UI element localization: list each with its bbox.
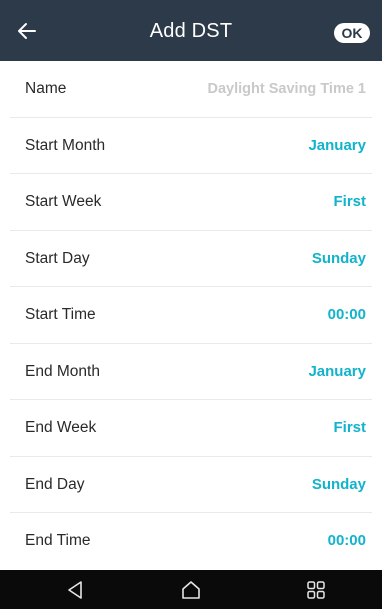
triangle-back-icon — [68, 581, 82, 599]
row-label: Start Week — [25, 193, 102, 210]
end-month-value[interactable]: January — [308, 344, 366, 400]
start-time-value[interactable]: 00:00 — [328, 287, 366, 343]
recent-apps-icon — [307, 581, 325, 599]
nav-home-button[interactable] — [178, 577, 204, 603]
end-time-value[interactable]: 00:00 — [328, 513, 366, 569]
row-label: End Time — [25, 532, 91, 549]
end-week-row[interactable]: End Week First — [10, 400, 372, 457]
name-input[interactable]: Daylight Saving Time 1 — [208, 61, 366, 117]
name-row[interactable]: Name Daylight Saving Time 1 — [10, 61, 372, 118]
home-icon — [182, 581, 200, 599]
row-label: Start Month — [25, 136, 106, 154]
row-label: Start Time — [25, 306, 96, 323]
row-label: End Day — [25, 475, 85, 493]
app-header: Add DST OK — [0, 0, 382, 61]
row-label: Start Day — [25, 249, 90, 267]
end-day-value[interactable]: Sunday — [312, 457, 366, 513]
start-week-row[interactable]: Start Week First — [10, 174, 372, 231]
start-day-row[interactable]: Start Day Sunday — [10, 231, 372, 287]
nav-back-button[interactable] — [62, 577, 88, 603]
start-week-value[interactable]: First — [333, 174, 366, 230]
row-label: End Month — [25, 362, 100, 380]
end-day-row[interactable]: End Day Sunday — [10, 457, 372, 513]
page-title: Add DST — [149, 20, 233, 42]
start-month-row[interactable]: Start Month January — [10, 118, 372, 174]
nav-recent-apps-button[interactable] — [303, 577, 329, 603]
end-month-row[interactable]: End Month January — [10, 344, 372, 400]
end-time-row[interactable]: End Time 00:00 — [10, 513, 372, 570]
start-month-value[interactable]: January — [308, 118, 366, 174]
row-label: Name — [25, 80, 67, 97]
end-week-value[interactable]: First — [333, 400, 366, 456]
system-navbar — [0, 570, 382, 609]
row-label: End Week — [25, 419, 97, 436]
dst-settings-list: Name Daylight Saving Time 1 Start Month … — [0, 61, 382, 571]
start-time-row[interactable]: Start Time 00:00 — [10, 287, 372, 344]
start-day-value[interactable]: Sunday — [312, 231, 366, 287]
ok-button[interactable]: OK — [334, 23, 370, 43]
